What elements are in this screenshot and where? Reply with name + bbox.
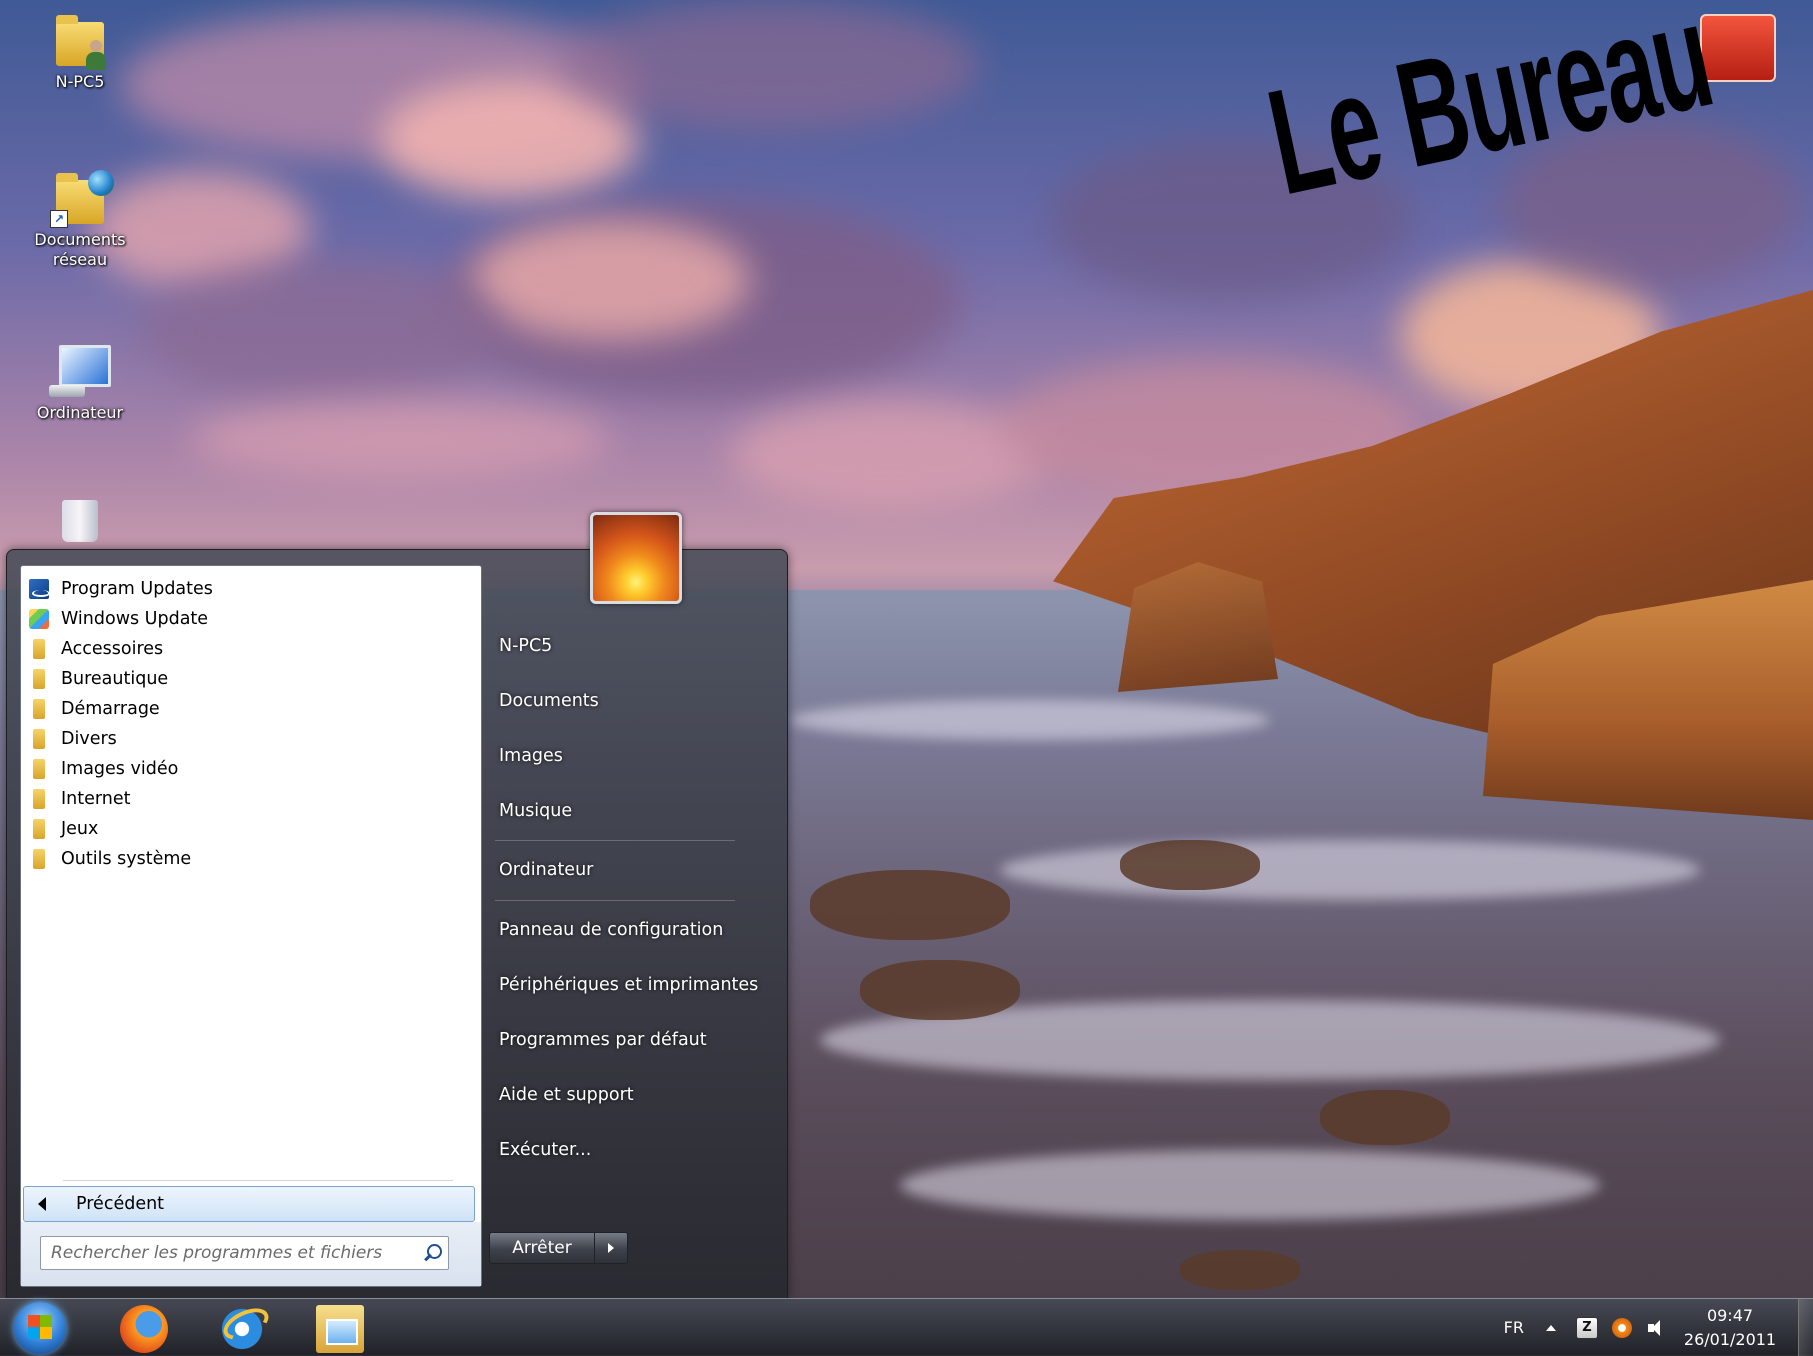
program-updates-icon [29, 579, 50, 599]
right-item-documents[interactable]: Documents [487, 683, 759, 719]
firefox-icon[interactable] [120, 1305, 168, 1353]
program-item-label: Divers [61, 729, 117, 749]
volume-icon[interactable] [1646, 1318, 1666, 1338]
start-button[interactable] [14, 1302, 66, 1354]
folder-icon [33, 789, 45, 809]
right-item-label: Périphériques et imprimantes [499, 975, 759, 995]
divider [495, 840, 735, 841]
divider [495, 900, 735, 901]
computer-icon [49, 345, 111, 397]
program-item-label: Outils système [61, 849, 192, 869]
program-folder-outils-systeme[interactable]: Outils système [21, 844, 481, 874]
program-item-label: Images vidéo [61, 759, 179, 779]
program-folder-jeux[interactable]: Jeux [21, 814, 481, 844]
right-item-help-support[interactable]: Aide et support [487, 1077, 759, 1113]
folder-icon [33, 759, 45, 779]
start-menu-programs-pane: Program Updates Windows Update Accessoir… [20, 565, 482, 1287]
antivirus-icon[interactable] [1612, 1317, 1632, 1338]
taskbar: FR Z 09:47 26/01/2011 [0, 1298, 1813, 1356]
back-button[interactable]: Précédent [23, 1186, 475, 1222]
right-item-run[interactable]: Exécuter... [487, 1132, 759, 1168]
zonealarm-icon[interactable]: Z [1576, 1316, 1598, 1339]
program-item-label: Bureautique [61, 669, 169, 689]
language-indicator[interactable]: FR [1504, 1318, 1524, 1337]
shutdown-options-button[interactable] [595, 1232, 628, 1264]
right-item-musique[interactable]: Musique [487, 793, 759, 829]
folder-icon [33, 849, 45, 869]
system-tray: FR Z 09:47 26/01/2011 [1504, 1299, 1813, 1356]
desktop-icon-user-folder[interactable]: N-PC5 [20, 15, 140, 92]
right-item-images[interactable]: Images [487, 738, 759, 774]
program-folder-images-video[interactable]: Images vidéo [21, 754, 481, 784]
program-item-label: Program Updates [61, 579, 213, 599]
windows-explorer-icon[interactable] [316, 1305, 364, 1353]
network-folder-icon: ↗ [50, 170, 114, 228]
right-item-label: Panneau de configuration [499, 920, 724, 940]
right-item-ordinateur[interactable]: Ordinateur [487, 852, 759, 888]
user-folder-icon [56, 15, 106, 70]
program-folder-divers[interactable]: Divers [21, 724, 481, 754]
program-item-label: Windows Update [61, 609, 209, 629]
right-item-label: Documents [499, 691, 599, 711]
folder-icon [33, 819, 45, 839]
program-folder-accessoires[interactable]: Accessoires [21, 634, 481, 664]
folder-icon [33, 669, 45, 689]
right-item-label: Programmes par défaut [499, 1030, 707, 1050]
corner-app-icon[interactable] [1700, 14, 1776, 82]
program-folder-bureautique[interactable]: Bureautique [21, 664, 481, 694]
right-item-label: Ordinateur [499, 860, 594, 880]
search-box [40, 1236, 449, 1270]
folder-icon [33, 729, 45, 749]
chevron-right-icon [608, 1243, 614, 1253]
program-item-label: Démarrage [61, 699, 160, 719]
program-item-label: Accessoires [61, 639, 164, 659]
desktop-icon-recycle-bin[interactable] [20, 500, 140, 542]
divider [63, 1180, 453, 1181]
shutdown-button[interactable]: Arrêter [489, 1232, 595, 1264]
right-item-devices-printers[interactable]: Périphériques et imprimantes [487, 967, 759, 1003]
right-item-label: Exécuter... [499, 1140, 592, 1160]
desktop-icon-computer[interactable]: Ordinateur [20, 345, 140, 423]
shutdown-group: Arrêter [489, 1232, 628, 1264]
right-item-label: Images [499, 746, 563, 766]
search-icon[interactable] [418, 1238, 448, 1268]
show-hidden-icons-icon[interactable] [1546, 1324, 1556, 1331]
right-item-default-programs[interactable]: Programmes par défaut [487, 1022, 759, 1058]
clock-date: 26/01/2011 [1683, 1329, 1777, 1349]
desktop-icon-label: Ordinateur [36, 403, 124, 422]
back-button-label: Précédent [76, 1194, 165, 1214]
right-item-control-panel[interactable]: Panneau de configuration [487, 912, 759, 948]
program-item-windows-update[interactable]: Windows Update [21, 604, 481, 634]
right-item-label: Aide et support [499, 1085, 634, 1105]
search-area [21, 1222, 481, 1286]
folder-icon [33, 639, 45, 659]
windows-logo-icon [28, 1315, 52, 1339]
search-input[interactable] [49, 1238, 418, 1268]
right-item-label: N-PC5 [499, 636, 553, 656]
clock[interactable]: 09:47 26/01/2011 [1680, 1304, 1780, 1352]
internet-explorer-icon[interactable] [218, 1305, 266, 1353]
program-item-label: Internet [61, 789, 131, 809]
program-item-program-updates[interactable]: Program Updates [21, 574, 481, 604]
folder-icon [33, 699, 45, 719]
clock-time: 09:47 [1706, 1305, 1754, 1325]
desktop-icon-network-documents[interactable]: ↗ Documents réseau [20, 170, 140, 270]
windows-update-icon [29, 609, 49, 629]
desktop-icon-label: N-PC5 [55, 72, 105, 91]
start-menu: Program Updates Windows Update Accessoir… [6, 512, 788, 1300]
recycle-bin-icon [62, 500, 98, 542]
program-folder-internet[interactable]: Internet [21, 784, 481, 814]
right-item-user-folder[interactable]: N-PC5 [487, 628, 759, 664]
back-arrow-icon [38, 1197, 46, 1211]
program-list: Program Updates Windows Update Accessoir… [21, 574, 481, 874]
show-desktop-button[interactable] [1798, 1299, 1813, 1356]
user-account-picture[interactable] [590, 512, 682, 604]
right-item-label: Musique [499, 801, 573, 821]
program-folder-demarrage[interactable]: Démarrage [21, 694, 481, 724]
desktop-icon-label: Documents réseau [34, 230, 126, 269]
program-item-label: Jeux [61, 819, 99, 839]
